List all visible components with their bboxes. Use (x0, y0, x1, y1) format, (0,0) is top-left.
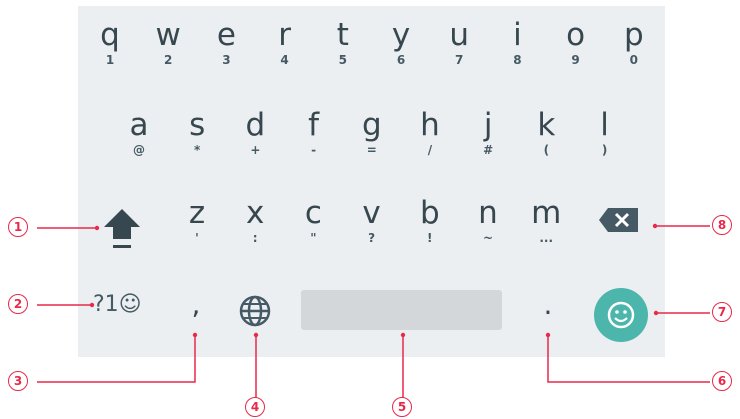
callout-1: 1 (8, 217, 28, 237)
callout-5: 5 (392, 397, 412, 417)
callout-7: 7 (712, 302, 732, 322)
callout-lines (37, 223, 710, 400)
callout-2: 2 (8, 294, 28, 314)
callout-8: 8 (712, 215, 732, 235)
callout-3: 3 (8, 371, 28, 391)
callout-6: 6 (712, 371, 732, 391)
callout-4: 4 (245, 397, 265, 417)
